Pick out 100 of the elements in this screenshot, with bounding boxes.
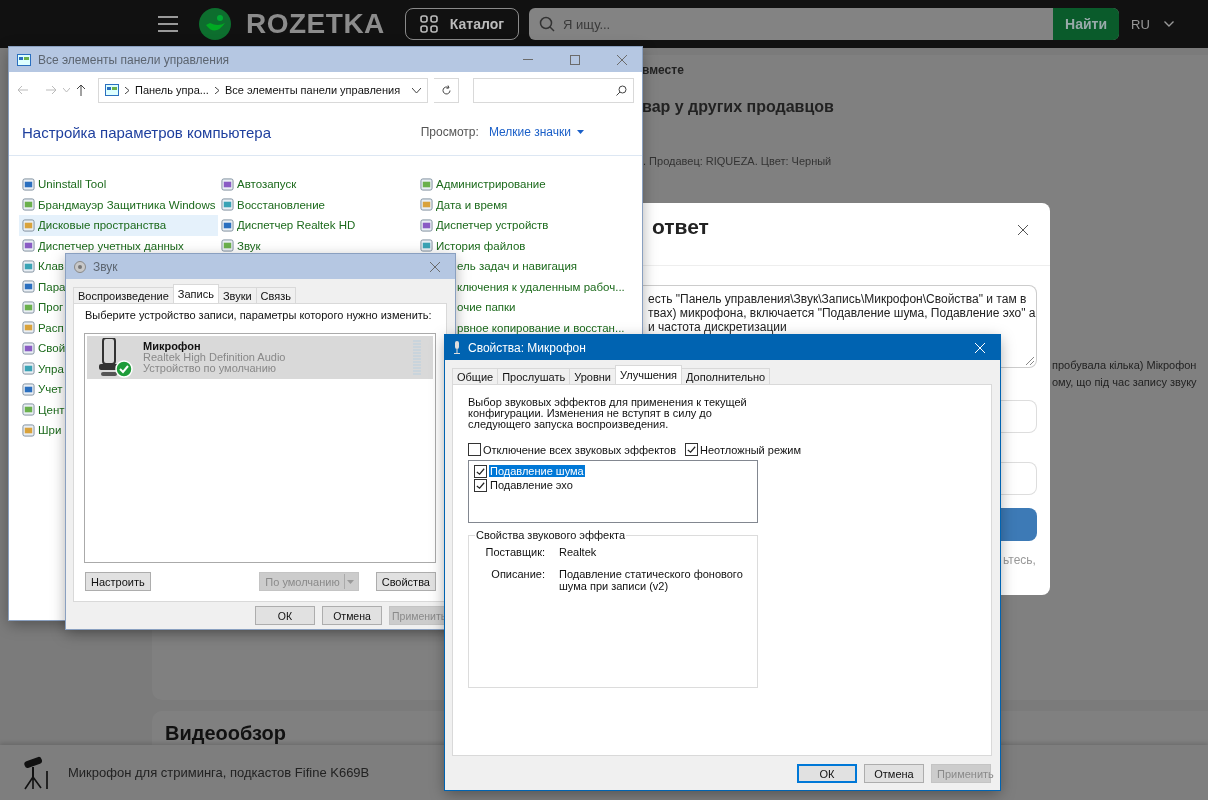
caret-icon (343, 574, 356, 589)
device-name: Микрофон (143, 341, 202, 352)
dialog-button[interactable]: Отмена (322, 606, 382, 625)
tab[interactable]: Улучшения (615, 365, 683, 384)
applet-icon (420, 218, 433, 232)
applet-link[interactable]: ель задач и навигация (455, 256, 580, 277)
control-panel-icon (105, 84, 119, 96)
close-icon (975, 342, 985, 353)
applet-link[interactable]: Расп (19, 317, 66, 338)
applet-icon (22, 280, 35, 294)
offer-details: . Продавец: RIQUEZA. Цвет: Черный (643, 155, 832, 167)
up-arrow-icon[interactable] (76, 84, 86, 96)
logo-icon[interactable] (198, 7, 232, 41)
chevron-icon[interactable] (1163, 21, 1174, 27)
applet-link[interactable]: ключения к удаленным рабоч... (455, 276, 627, 297)
tab[interactable]: Связь (255, 287, 296, 303)
effect-item[interactable]: Подавление шума (489, 465, 585, 477)
control-panel-icon (17, 53, 31, 66)
language-selector[interactable]: RU (1131, 16, 1150, 32)
tab[interactable]: Общие (452, 368, 499, 384)
applet-icon (22, 321, 35, 335)
device-status: Устройство по умолчанию (143, 363, 278, 374)
applet-link[interactable]: Упра (19, 358, 66, 379)
applet-link[interactable]: Клав (19, 256, 66, 277)
tab[interactable]: Запись (172, 284, 219, 303)
applet-link[interactable]: Uninstall Tool (19, 174, 109, 195)
applet-link[interactable]: рвное копирование и восстан... (455, 317, 627, 338)
applet-icon (22, 423, 35, 437)
search-field[interactable] (473, 77, 634, 103)
chevron-icon (214, 86, 219, 94)
breadcrumb[interactable]: Все элементы панели управления (224, 84, 401, 96)
refresh-icon (440, 84, 452, 96)
checkbox[interactable] (468, 443, 481, 456)
menu-icon[interactable] (158, 16, 178, 32)
applet-link[interactable]: Диспетчер Realtek HD (218, 215, 358, 236)
field-label: Поставщик: (484, 546, 545, 558)
resize-handle[interactable] (1025, 356, 1034, 365)
submit-button[interactable] (1000, 508, 1037, 541)
tab[interactable]: Звуки (217, 287, 257, 303)
close-icon (430, 261, 440, 272)
applet-link[interactable]: очие папки (455, 297, 518, 318)
group-title: Свойства звукового эффекта (475, 529, 627, 541)
applet-link[interactable]: Шри (19, 420, 64, 441)
window-title: Звук (93, 259, 118, 274)
applet-link[interactable]: Дата и время (417, 194, 510, 215)
dialog-button[interactable]: Свойства (375, 572, 436, 591)
minimize-icon (523, 59, 533, 60)
applet-icon (22, 382, 35, 396)
applet-link[interactable]: Диспетчер устройств (417, 215, 551, 236)
page-heading: Настройка параметров компьютера (22, 123, 272, 141)
review-text: пробувала кілька) Мікрофон (1052, 359, 1197, 371)
search-icon (539, 16, 556, 32)
tab[interactable]: Прослушать (497, 368, 571, 384)
applet-link[interactable]: Прог (19, 297, 66, 318)
applet-link[interactable]: Восстановление (218, 194, 327, 215)
checkbox-label: Отключение всех звуковых эффектов (483, 443, 676, 456)
tab[interactable]: Дополнительно (681, 368, 771, 384)
grid-icon (419, 15, 438, 33)
dialog-button[interactable]: Отмена (864, 764, 924, 783)
refresh-button[interactable] (434, 77, 460, 103)
applet-icon (22, 300, 35, 314)
tab-label[interactable]: вместе (642, 63, 684, 77)
applet-icon (22, 198, 35, 212)
caret-icon[interactable] (412, 87, 422, 93)
section-heading: вар у других продавцов (642, 98, 834, 116)
catalog-button[interactable]: Каталог (404, 8, 520, 40)
field-label: Описание: (490, 567, 545, 582)
window-title: Все элементы панели управления (38, 52, 230, 67)
checkbox[interactable] (474, 464, 487, 478)
device-row[interactable]: Микрофон Realtek High Definition Audio Устройство по умолчанию (87, 336, 433, 379)
applet-icon (22, 341, 35, 355)
caret-icon (577, 130, 584, 134)
device-driver: Realtek High Definition Audio (143, 352, 287, 363)
checkbox[interactable] (474, 478, 487, 492)
applet-link[interactable]: Учет (19, 379, 65, 400)
product-title[interactable]: Микрофон для стриминга, подкастов Fifine K669B (68, 765, 370, 780)
dialog-button[interactable]: ОК (255, 606, 315, 625)
dialog-button[interactable]: Настроить (85, 572, 151, 591)
tab[interactable]: Уровни (569, 368, 616, 384)
address-bar[interactable]: Панель упра... Все элементы панели управления (98, 77, 429, 103)
checkbox-label: Неотложный режим (700, 443, 801, 456)
effect-item[interactable]: Подавление эхо (489, 479, 574, 491)
applet-icon (221, 177, 234, 191)
applet-link[interactable]: Автозапуск (218, 174, 299, 195)
applet-icon (420, 177, 433, 191)
applet-icon (22, 239, 35, 253)
applet-link[interactable]: Администрирование (417, 174, 548, 195)
applet-link[interactable]: Дисковые пространства (19, 215, 218, 236)
dialog-button[interactable]: ОК (797, 764, 857, 783)
applet-link[interactable]: Брандмауэр Защитника Windows (19, 194, 218, 215)
tab[interactable]: Воспроизведение (73, 287, 174, 303)
applet-icon (22, 362, 35, 376)
breadcrumb[interactable]: Панель упра... (135, 84, 209, 96)
view-dropdown[interactable]: Мелкие значки (488, 125, 584, 139)
modal-title: ответ (652, 215, 709, 239)
checkbox[interactable] (685, 443, 698, 456)
applet-icon (420, 198, 433, 212)
view-label: Просмотр: (420, 125, 479, 139)
field-value: Realtek (559, 546, 598, 558)
close-icon (617, 54, 627, 65)
